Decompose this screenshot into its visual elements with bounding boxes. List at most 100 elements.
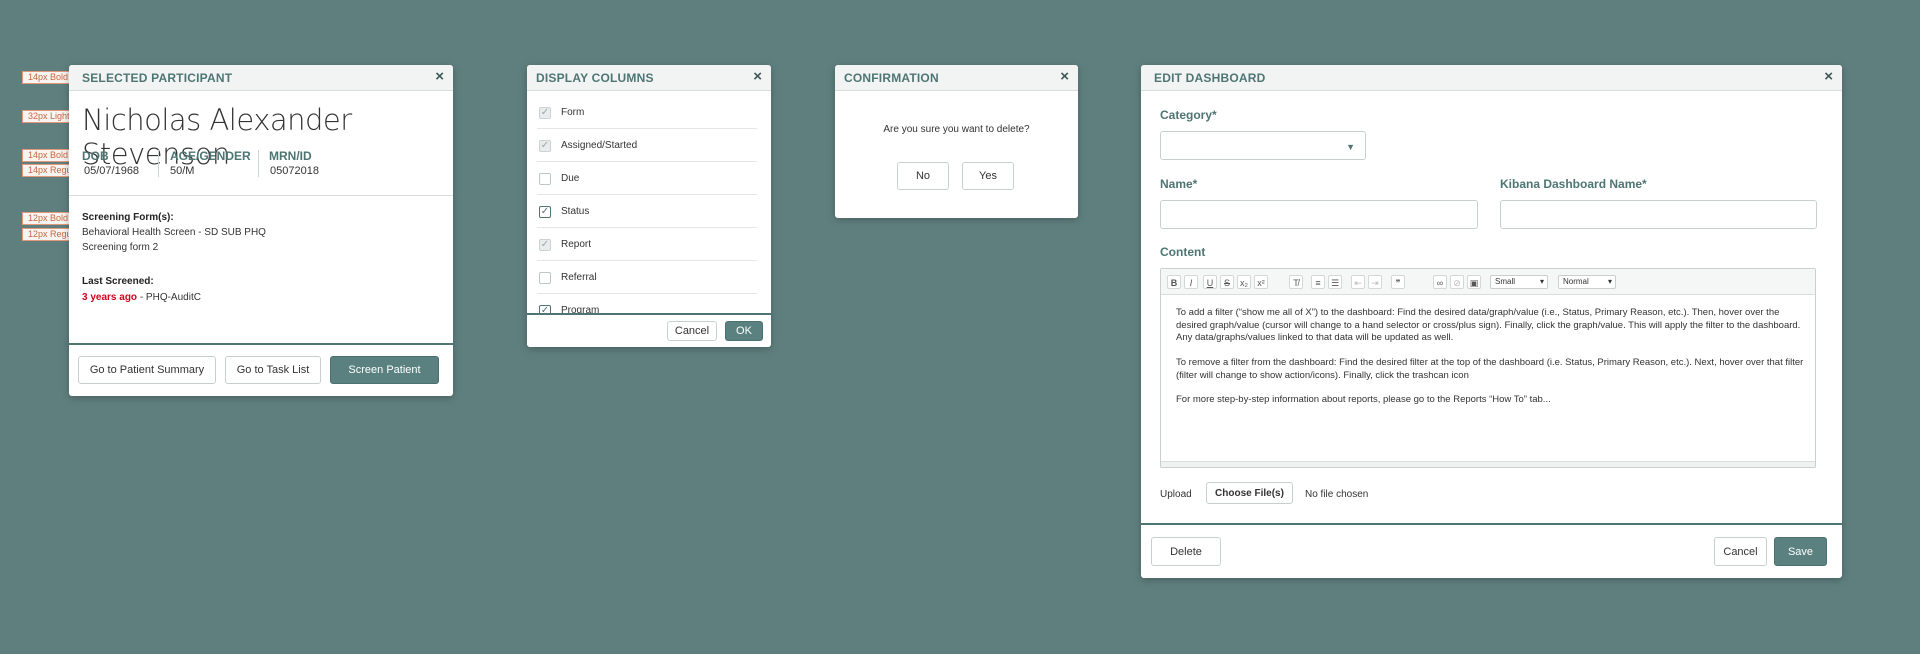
- checkbox-unchecked[interactable]: [539, 272, 551, 284]
- no-file-chosen-text: No file chosen: [1305, 489, 1369, 500]
- rich-text-editor[interactable]: B I U S x₂ x² T̸ ≡ ☰ ⇤ ⇥ ❞ ∞ ⊘ ▣ Small N…: [1160, 268, 1816, 468]
- numbered-list-icon[interactable]: ≡: [1311, 275, 1325, 289]
- close-icon[interactable]: ×: [1824, 69, 1833, 85]
- choose-files-button[interactable]: Choose File(s): [1206, 482, 1293, 504]
- divider: [158, 150, 159, 177]
- last-screened-form: - PHQ-AuditC: [137, 292, 201, 303]
- kibana-dashboard-name-label: Kibana Dashboard Name*: [1500, 177, 1647, 191]
- screening-form-item: Screening form 2: [82, 242, 159, 253]
- last-screened-value: 3 years ago - PHQ-AuditC: [82, 292, 201, 303]
- font-size-select[interactable]: Small: [1490, 275, 1548, 289]
- outdent-icon[interactable]: ⇤: [1351, 275, 1365, 289]
- checkbox-unchecked[interactable]: [539, 173, 551, 185]
- modal-title: SELECTED PARTICIPANT: [82, 71, 233, 85]
- last-screened-time: 3 years ago: [82, 292, 138, 303]
- close-icon[interactable]: ×: [1060, 69, 1069, 85]
- go-to-task-list-button[interactable]: Go to Task List: [225, 356, 321, 384]
- last-screened-label: Last Screened:: [82, 276, 154, 287]
- annotation-tag: 12px Bold: [22, 212, 92, 225]
- modal-title: EDIT DASHBOARD: [1154, 71, 1266, 85]
- modal-header: DISPLAY COLUMNS ×: [527, 65, 771, 91]
- mrn-value: 05072018: [270, 165, 319, 177]
- dob-value: 05/07/1968: [84, 165, 140, 177]
- no-button[interactable]: No: [897, 162, 949, 190]
- close-icon[interactable]: ×: [435, 69, 444, 85]
- unlink-icon[interactable]: ⊘: [1450, 275, 1464, 289]
- superscript-icon[interactable]: x²: [1254, 275, 1268, 289]
- column-option-label: Assigned/Started: [561, 140, 638, 151]
- annotation-tag: 14px Bold: [22, 149, 92, 162]
- checkbox-checked[interactable]: ✓: [539, 206, 551, 218]
- footer-divider: [69, 343, 453, 345]
- cancel-button[interactable]: Cancel: [1714, 537, 1767, 566]
- close-icon[interactable]: ×: [753, 69, 762, 85]
- content-label: Content: [1160, 245, 1206, 259]
- screening-forms-label: Screening Form(s):: [82, 212, 174, 223]
- column-option-label: Referral: [561, 272, 597, 283]
- mrn-label: MRN/ID: [269, 149, 312, 163]
- ok-button[interactable]: OK: [725, 321, 763, 341]
- screening-form-item: Behavioral Health Screen - SD SUB PHQ: [82, 227, 266, 238]
- annotation-tag: 32px Light: [22, 110, 92, 123]
- divider: [258, 150, 259, 177]
- column-option-report[interactable]: ✓ Report: [537, 229, 757, 261]
- name-label: Name*: [1160, 177, 1198, 191]
- modal-header: SELECTED PARTICIPANT ×: [69, 65, 453, 91]
- go-to-patient-summary-button[interactable]: Go to Patient Summary: [78, 356, 216, 384]
- format-select[interactable]: Normal: [1558, 275, 1616, 289]
- modal-footer: Cancel OK: [527, 313, 771, 347]
- clear-format-icon[interactable]: T̸: [1289, 275, 1303, 289]
- annotation-tag: 14px Bold: [22, 71, 92, 84]
- checkbox-checked-disabled: ✓: [539, 107, 551, 119]
- strikethrough-icon[interactable]: S: [1220, 275, 1234, 289]
- upload-label: Upload: [1160, 489, 1192, 500]
- checkbox-checked-disabled: ✓: [539, 140, 551, 152]
- category-select[interactable]: ▼: [1160, 131, 1366, 160]
- column-option-label: Form: [561, 107, 585, 118]
- category-label: Category*: [1160, 108, 1217, 122]
- image-icon[interactable]: ▣: [1467, 275, 1481, 289]
- blockquote-icon[interactable]: ❞: [1391, 275, 1405, 289]
- column-option-form[interactable]: ✓ Form: [537, 97, 757, 129]
- underline-icon[interactable]: U: [1203, 275, 1217, 289]
- divider: [69, 195, 453, 196]
- column-option-due[interactable]: Due: [537, 163, 757, 195]
- column-option-assigned[interactable]: ✓ Assigned/Started: [537, 130, 757, 162]
- column-option-status[interactable]: ✓ Status: [537, 196, 757, 228]
- kibana-dashboard-name-input[interactable]: [1500, 200, 1817, 229]
- participant-name: Nicholas Alexander Stevenson: [82, 103, 352, 171]
- footer-divider: [1141, 523, 1842, 525]
- italic-icon[interactable]: I: [1184, 275, 1198, 289]
- save-button[interactable]: Save: [1774, 537, 1827, 566]
- checkbox-checked-disabled: ✓: [539, 239, 551, 251]
- selected-participant-modal: SELECTED PARTICIPANT × Nicholas Alexande…: [69, 65, 453, 396]
- cancel-button[interactable]: Cancel: [667, 321, 717, 341]
- link-icon[interactable]: ∞: [1433, 275, 1447, 289]
- yes-button[interactable]: Yes: [962, 162, 1014, 190]
- dob-label: DOB: [82, 149, 109, 163]
- column-option-label: Due: [561, 173, 580, 184]
- name-input[interactable]: [1160, 200, 1478, 229]
- bullet-list-icon[interactable]: ☰: [1328, 275, 1342, 289]
- age-gender-label: AGE/GENDER: [170, 149, 251, 163]
- modal-header: CONFIRMATION ×: [835, 65, 1078, 91]
- delete-button[interactable]: Delete: [1151, 537, 1221, 566]
- editor-paragraph: For more step-by-step information about …: [1176, 394, 1551, 405]
- confirmation-message: Are you sure you want to delete?: [883, 124, 1030, 135]
- age-gender-value: 50/M: [170, 165, 195, 177]
- display-columns-modal: DISPLAY COLUMNS × ✓ Form ✓ Assigned/Star…: [527, 65, 771, 347]
- column-option-label: Report: [561, 239, 592, 250]
- column-option-referral[interactable]: Referral: [537, 262, 757, 294]
- editor-resize-handle[interactable]: [1161, 461, 1815, 467]
- subscript-icon[interactable]: x₂: [1237, 275, 1251, 289]
- screen-patient-button[interactable]: Screen Patient: [330, 356, 439, 384]
- chevron-down-icon: ▼: [1346, 142, 1355, 152]
- edit-dashboard-modal: EDIT DASHBOARD × Category* ▼ Name* Kiban…: [1141, 65, 1842, 578]
- editor-paragraph: To add a filter (“show me all of X”) to …: [1176, 307, 1801, 343]
- confirmation-modal: CONFIRMATION × Are you sure you want to …: [835, 65, 1078, 218]
- column-option-label: Status: [561, 206, 590, 217]
- indent-icon[interactable]: ⇥: [1368, 275, 1382, 289]
- modal-title: CONFIRMATION: [844, 71, 939, 85]
- editor-paragraph: To remove a filter from the dashboard: F…: [1176, 357, 1804, 381]
- bold-icon[interactable]: B: [1167, 275, 1181, 289]
